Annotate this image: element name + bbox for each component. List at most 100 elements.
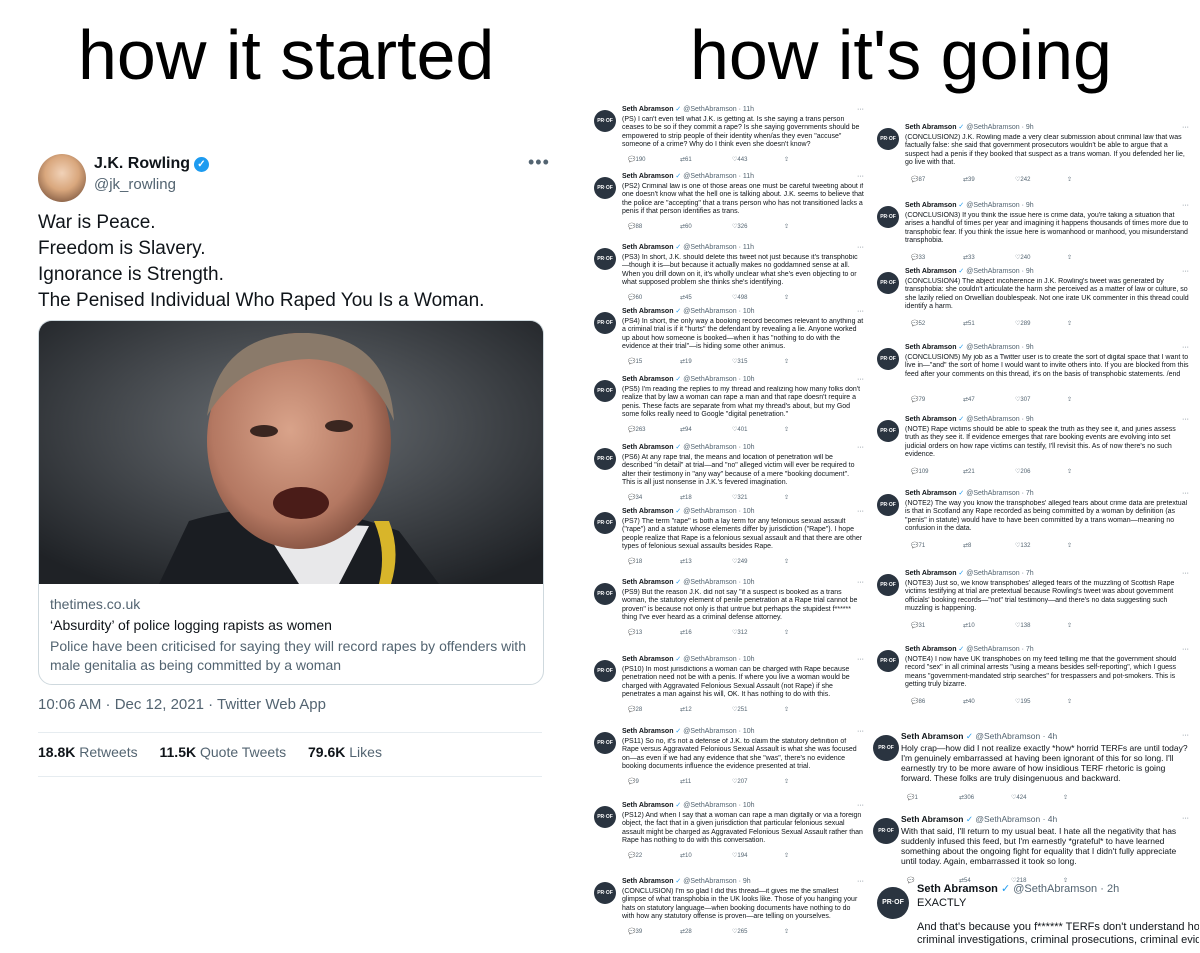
thread-tweet[interactable]: PR·OF Seth Abramson ✓ @SethAbramson · 9h ·… [877,202,1195,264]
avatar[interactable]: PR·OF [877,420,899,442]
heart-icon[interactable]: ♡ 498 [732,294,784,302]
author-name[interactable]: Seth Abramson [622,878,673,885]
avatar[interactable]: PR·OF [877,650,899,672]
reply-icon[interactable]: 💬 34 [628,494,680,502]
tweet-time[interactable]: · 10h [739,802,755,809]
more-icon[interactable]: ··· [857,728,864,736]
more-icon[interactable]: ··· [1182,646,1189,654]
author-name[interactable]: Seth Abramson [905,490,956,497]
share-icon[interactable]: ⇪ [1067,468,1119,476]
retweet-icon[interactable]: ⇄ 61 [680,156,732,164]
author-name[interactable]: Seth Abramson [905,124,956,131]
author-name[interactable]: Seth Abramson [905,268,956,275]
avatar[interactable]: PR·OF [594,177,616,199]
retweet-icon[interactable]: ⇄ 21 [963,468,1015,476]
reply-icon[interactable]: 💬 109 [911,468,963,476]
tweet-time[interactable]: · 11h [739,244,754,251]
heart-icon[interactable]: ♡ 443 [732,156,784,164]
reply-icon[interactable]: 💬 39 [628,928,680,936]
author-name[interactable]: Seth Abramson [622,656,673,663]
share-icon[interactable]: ⇪ [784,294,836,302]
author-name[interactable]: Seth Abramson [622,444,673,451]
tweet-time[interactable]: · 7h [1022,570,1034,577]
share-icon[interactable]: ⇪ [784,426,836,434]
link-card[interactable]: thetimes.co.uk ‘Absurdity’ of police log… [38,320,544,685]
tweet-time[interactable]: · 2h [1100,883,1119,895]
retweet-icon[interactable]: ⇄ 10 [963,622,1015,630]
more-icon[interactable]: ··· [1182,416,1189,424]
reply-icon[interactable]: 💬 31 [911,622,963,630]
heart-icon[interactable]: ♡ 289 [1015,320,1067,328]
retweets-stat[interactable]: 18.8K Retweets [38,744,138,760]
avatar[interactable]: PR·OF [877,494,899,516]
card-image[interactable] [39,321,543,584]
share-icon[interactable]: ⇪ [784,558,836,566]
avatar[interactable]: PR·OF [877,272,899,294]
thread-tweet[interactable]: PR·OF Seth Abramson ✓ @SethAbramson · 10h… [594,376,870,440]
heart-icon[interactable]: ♡ 326 [732,223,784,231]
share-icon[interactable]: ⇪ [1067,622,1119,630]
author-name[interactable]: Seth Abramson [622,173,673,180]
tweet-time[interactable]: · 10h [739,508,755,515]
more-icon[interactable]: ··· [857,173,864,181]
more-icon[interactable]: ··· [857,508,864,516]
thread-tweet[interactable]: PR·OF Seth Abramson ✓ @SethAbramson · 9h ·… [877,416,1195,486]
more-icon[interactable]: ··· [1182,124,1189,132]
avatar[interactable]: PR·OF [594,312,616,334]
author-name[interactable]: Seth Abramson [905,202,956,209]
retweet-icon[interactable]: ⇄ 10 [680,852,732,860]
retweet-icon[interactable]: ⇄ 40 [963,698,1015,706]
reply-icon[interactable]: 💬 71 [911,542,963,550]
share-icon[interactable]: ⇪ [1063,793,1115,803]
tweet-time[interactable]: · 9h [1022,202,1034,209]
reply-icon[interactable]: 💬 15 [628,358,680,366]
tweet-time[interactable]: · 10h [739,579,755,586]
tweet-time[interactable]: · 9h [739,878,751,885]
retweet-icon[interactable]: ⇄ 39 [963,176,1015,184]
reply-icon[interactable]: 💬 87 [911,176,963,184]
retweet-icon[interactable]: ⇄ 16 [680,629,732,637]
retweet-icon[interactable]: ⇄ 60 [680,223,732,231]
heart-icon[interactable]: ♡ 321 [732,494,784,502]
retweet-icon[interactable]: ⇄ 13 [680,558,732,566]
author-name[interactable]: Seth Abramson [901,814,964,824]
retweet-icon[interactable]: ⇄ 47 [963,396,1015,404]
avatar[interactable] [38,154,86,202]
more-icon[interactable]: ··· [1182,268,1189,276]
heart-icon[interactable]: ♡ 242 [1015,176,1067,184]
thread-tweet[interactable]: PR·OF Seth Abramson ✓ @SethAbramson · 9h ·… [877,268,1195,340]
reply-icon[interactable]: 💬 18 [628,558,680,566]
reply-icon[interactable]: 💬 60 [628,294,680,302]
reply-icon[interactable]: 💬 1 [907,793,959,803]
avatar[interactable]: PR·OF [877,206,899,228]
more-icon[interactable]: ··· [1182,570,1189,578]
thread-tweet[interactable]: PR·OF Seth Abramson ✓ @SethAbramson · 11h… [594,173,870,240]
more-icon[interactable]: ··· [857,444,864,452]
more-icon[interactable]: ··· [1182,344,1189,352]
retweet-icon[interactable]: ⇄ 11 [680,778,732,786]
reply-icon[interactable]: 💬 86 [911,698,963,706]
reply-icon[interactable]: 💬 52 [911,320,963,328]
author-name[interactable]: Seth Abramson [622,106,673,113]
author-handle[interactable]: @jk_rowling [94,176,176,193]
avatar[interactable]: PR·OF [594,732,616,754]
tweet-time[interactable]: · 9h [1022,344,1034,351]
thread-tweet[interactable]: PR·OF Seth Abramson ✓ @SethAbramson · 7h ·… [877,646,1195,720]
tweet-time[interactable]: · 7h [1022,490,1034,497]
author-name[interactable]: Seth Abramson [905,570,956,577]
thread-tweet[interactable]: PR·OF Seth Abramson ✓ @SethAbramson · 10h… [594,656,870,724]
reply-icon[interactable]: 💬 13 [628,629,680,637]
heart-icon[interactable]: ♡ 315 [732,358,784,366]
thread-tweet[interactable]: PR·OF Seth Abramson ✓ @SethAbramson · 7h ·… [877,570,1195,642]
heart-icon[interactable]: ♡ 265 [732,928,784,936]
author-name[interactable]: Seth Abramson [622,376,673,383]
avatar[interactable]: PR·OF [877,348,899,370]
author-name[interactable]: J.K. Rowling [94,155,190,172]
share-icon[interactable]: ⇪ [1067,254,1119,262]
thread-tweet[interactable]: PR·OF Seth Abramson ✓ @SethAbramson · 10h… [594,728,870,798]
share-icon[interactable]: ⇪ [784,494,836,502]
author-name[interactable]: Seth Abramson [622,244,673,251]
quotes-stat[interactable]: 11.5K Quote Tweets [160,744,287,760]
reply-icon[interactable]: 💬 22 [628,852,680,860]
more-icon[interactable]: ··· [857,308,864,316]
